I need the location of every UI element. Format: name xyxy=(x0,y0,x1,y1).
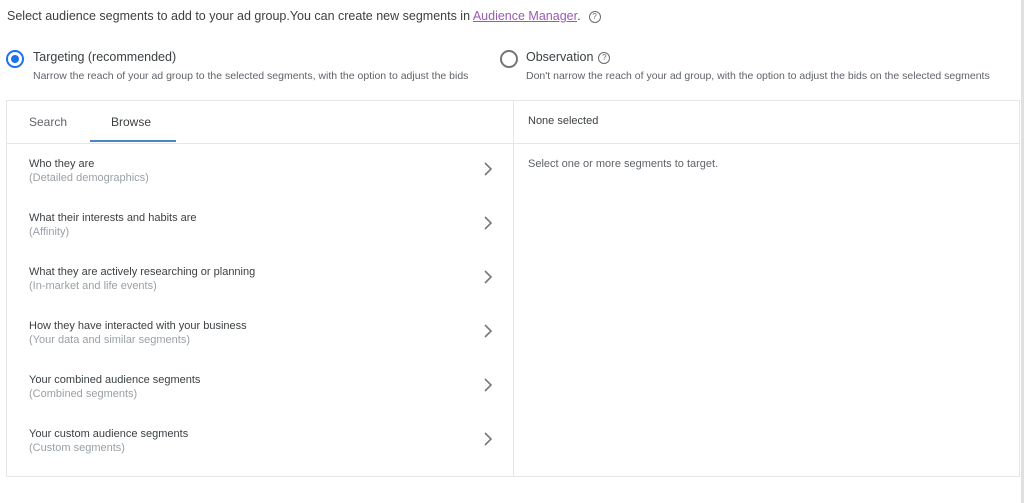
list-item-subtitle: (In-market and life events) xyxy=(29,280,157,292)
list-item-title: Who they are xyxy=(29,158,95,170)
tab-search[interactable]: Search xyxy=(29,115,67,129)
list-item-your-data[interactable]: How they have interacted with your busin… xyxy=(7,306,513,360)
list-item-subtitle: (Custom segments) xyxy=(29,442,125,454)
list-item-subtitle: (Combined segments) xyxy=(29,388,138,400)
help-icon[interactable]: ? xyxy=(588,11,601,23)
list-item-detailed-demographics[interactable]: Who they are (Detailed demographics) xyxy=(7,144,513,198)
chevron-right-icon[interactable] xyxy=(482,377,494,393)
selection-count: None selected xyxy=(528,115,599,127)
list-item-subtitle: (Detailed demographics) xyxy=(29,172,149,184)
observation-label[interactable]: Observation xyxy=(526,50,593,64)
tab-browse[interactable]: Browse xyxy=(111,115,151,129)
selection-pane: None selected Select one or more segment… xyxy=(514,101,1019,476)
chevron-right-icon[interactable] xyxy=(482,323,494,339)
observation-label-wrap[interactable]: Observation? xyxy=(526,50,611,64)
help-icon[interactable]: ? xyxy=(598,52,611,64)
chevron-right-icon[interactable] xyxy=(482,215,494,231)
observation-description: Don't narrow the reach of your ad group,… xyxy=(526,70,990,82)
tab-bar: Search Browse xyxy=(7,101,513,144)
list-item-subtitle: (Your data and similar segments) xyxy=(29,334,191,346)
observation-radio[interactable] xyxy=(500,50,518,68)
list-item-in-market[interactable]: What they are actively researching or pl… xyxy=(7,252,513,306)
list-item-custom-segments[interactable]: Your custom audience segments (Custom se… xyxy=(7,414,513,468)
list-item-subtitle: (Affinity) xyxy=(29,226,70,238)
intro-description: Select audience segments to add to your … xyxy=(7,9,473,23)
targeting-description: Narrow the reach of your ad group to the… xyxy=(33,70,469,82)
targeting-label[interactable]: Targeting (recommended) xyxy=(33,50,176,64)
browse-pane: Search Browse Who they are (Detailed dem… xyxy=(7,101,514,476)
list-item-title: How they have interacted with your busin… xyxy=(29,320,247,332)
selection-header: None selected xyxy=(514,101,1019,144)
intro-text: Select audience segments to add to your … xyxy=(7,9,601,23)
browse-list: Who they are (Detailed demographics) Wha… xyxy=(7,144,513,468)
chevron-right-icon[interactable] xyxy=(482,269,494,285)
chevron-right-icon[interactable] xyxy=(482,161,494,177)
list-item-title: What their interests and habits are xyxy=(29,212,197,224)
list-item-title: What they are actively researching or pl… xyxy=(29,266,256,278)
audience-manager-link[interactable]: Audience Manager xyxy=(473,9,577,23)
list-item-title: Your custom audience segments xyxy=(29,428,189,440)
active-tab-indicator xyxy=(90,140,176,142)
list-item-combined-segments[interactable]: Your combined audience segments (Combine… xyxy=(7,360,513,414)
intro-suffix: . xyxy=(577,9,581,23)
chevron-right-icon[interactable] xyxy=(482,431,494,447)
list-item-affinity[interactable]: What their interests and habits are (Aff… xyxy=(7,198,513,252)
list-item-title: Your combined audience segments xyxy=(29,374,201,386)
empty-selection-message: Select one or more segments to target. xyxy=(528,158,719,170)
targeting-radio[interactable] xyxy=(6,50,24,68)
audience-panel: Search Browse Who they are (Detailed dem… xyxy=(6,100,1020,477)
